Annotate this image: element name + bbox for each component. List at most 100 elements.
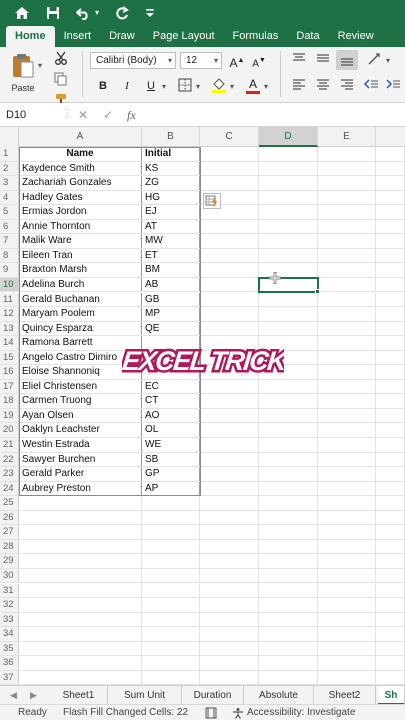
align-bottom-button[interactable]: [336, 50, 358, 70]
empty-cell[interactable]: [200, 510, 259, 525]
empty-cell[interactable]: [259, 598, 318, 612]
empty-cell[interactable]: [376, 467, 405, 481]
empty-cell[interactable]: [318, 365, 376, 379]
empty-cell[interactable]: [376, 365, 405, 379]
increase-indent-button[interactable]: [384, 78, 402, 95]
empty-cell[interactable]: [376, 481, 405, 496]
empty-cell[interactable]: [318, 481, 376, 496]
column-header-d[interactable]: D: [259, 127, 318, 147]
empty-cell[interactable]: [19, 583, 142, 598]
header-cell-name[interactable]: Name: [19, 147, 142, 161]
row-header[interactable]: 18: [0, 394, 19, 408]
empty-cell[interactable]: [318, 408, 376, 423]
macro-recording-icon[interactable]: [205, 705, 217, 720]
row-header[interactable]: 16: [0, 365, 19, 379]
empty-cell[interactable]: [19, 554, 142, 568]
empty-cell[interactable]: [200, 321, 259, 336]
empty-cell[interactable]: [259, 467, 318, 481]
row-header[interactable]: 31: [0, 583, 19, 598]
empty-cell[interactable]: [200, 438, 259, 452]
column-header-a[interactable]: A: [19, 127, 142, 147]
empty-cell[interactable]: [19, 670, 142, 685]
empty-cell[interactable]: [376, 656, 405, 670]
column-header-e[interactable]: E: [318, 127, 376, 147]
name-cell[interactable]: Ermias Jordon: [19, 205, 142, 219]
empty-cell[interactable]: [200, 481, 259, 496]
empty-cell[interactable]: [259, 190, 318, 205]
font-color-button[interactable]: A: [244, 76, 262, 94]
empty-cell[interactable]: [142, 656, 200, 670]
flash-fill-options-button[interactable]: [203, 193, 221, 209]
initial-cell[interactable]: AB: [142, 277, 200, 292]
empty-cell[interactable]: [376, 554, 405, 568]
row-header[interactable]: 24: [0, 481, 19, 496]
empty-cell[interactable]: [318, 612, 376, 627]
empty-cell[interactable]: [318, 641, 376, 656]
empty-cell[interactable]: [376, 598, 405, 612]
borders-button[interactable]: [176, 78, 194, 95]
empty-cell[interactable]: [259, 438, 318, 452]
empty-cell[interactable]: [19, 656, 142, 670]
empty-cell[interactable]: [318, 554, 376, 568]
empty-cell[interactable]: [142, 598, 200, 612]
empty-cell[interactable]: [376, 568, 405, 583]
name-box[interactable]: D10: [6, 106, 56, 124]
empty-cell[interactable]: [376, 510, 405, 525]
name-cell[interactable]: Carmen Truong: [19, 394, 142, 408]
name-cell[interactable]: Ayan Olsen: [19, 408, 142, 423]
empty-cell[interactable]: [318, 234, 376, 248]
row-header[interactable]: 1: [0, 147, 19, 161]
name-cell[interactable]: Malik Ware: [19, 234, 142, 248]
initial-cell[interactable]: EJ: [142, 205, 200, 219]
empty-cell[interactable]: [318, 568, 376, 583]
font-color-dropdown-icon[interactable]: ▾: [264, 78, 268, 95]
name-cell[interactable]: Westin Estrada: [19, 438, 142, 452]
row-header[interactable]: 15: [0, 350, 19, 365]
empty-cell[interactable]: [318, 336, 376, 350]
empty-cell[interactable]: [376, 219, 405, 234]
undo-icon[interactable]: [76, 6, 91, 20]
row-header[interactable]: 20: [0, 423, 19, 437]
empty-cell[interactable]: [318, 525, 376, 539]
insert-function-button[interactable]: fx: [127, 103, 136, 127]
empty-cell[interactable]: [200, 379, 259, 394]
empty-cell[interactable]: [19, 568, 142, 583]
select-all-corner[interactable]: [0, 127, 19, 147]
name-cell[interactable]: Quincy Esparza: [19, 321, 142, 336]
empty-cell[interactable]: [376, 190, 405, 205]
shrink-font-button[interactable]: A▼: [250, 52, 268, 69]
empty-cell[interactable]: [200, 496, 259, 510]
name-cell[interactable]: Sawyer Burchen: [19, 452, 142, 467]
empty-cell[interactable]: [259, 641, 318, 656]
initial-cell[interactable]: SB: [142, 452, 200, 467]
empty-cell[interactable]: [200, 176, 259, 190]
align-middle-button[interactable]: [314, 52, 332, 69]
underline-dropdown-icon[interactable]: ▾: [162, 78, 166, 95]
initial-cell[interactable]: AT: [142, 219, 200, 234]
initial-cell[interactable]: MW: [142, 234, 200, 248]
orientation-button[interactable]: [366, 52, 384, 69]
empty-cell[interactable]: [259, 307, 318, 321]
empty-cell[interactable]: [318, 496, 376, 510]
home-icon[interactable]: [14, 6, 30, 20]
initial-cell[interactable]: QE: [142, 321, 200, 336]
scroll-tabs-right-icon[interactable]: ▶: [30, 686, 37, 705]
row-header[interactable]: 12: [0, 307, 19, 321]
initial-cell[interactable]: ZG: [142, 176, 200, 190]
empty-cell[interactable]: [259, 496, 318, 510]
empty-cell[interactable]: [376, 539, 405, 554]
empty-cell[interactable]: [376, 336, 405, 350]
name-cell[interactable]: Oaklyn Leachster: [19, 423, 142, 437]
empty-cell[interactable]: [200, 161, 259, 176]
align-right-button[interactable]: [338, 78, 356, 95]
empty-cell[interactable]: [259, 394, 318, 408]
empty-cell[interactable]: [259, 205, 318, 219]
paste-dropdown-icon[interactable]: ▾: [38, 57, 42, 74]
empty-cell[interactable]: [200, 147, 259, 161]
italic-button[interactable]: I: [118, 78, 136, 95]
empty-cell[interactable]: [318, 452, 376, 467]
empty-cell[interactable]: [200, 583, 259, 598]
empty-cell[interactable]: [200, 452, 259, 467]
initial-cell[interactable]: GB: [142, 292, 200, 307]
empty-cell[interactable]: [376, 292, 405, 307]
